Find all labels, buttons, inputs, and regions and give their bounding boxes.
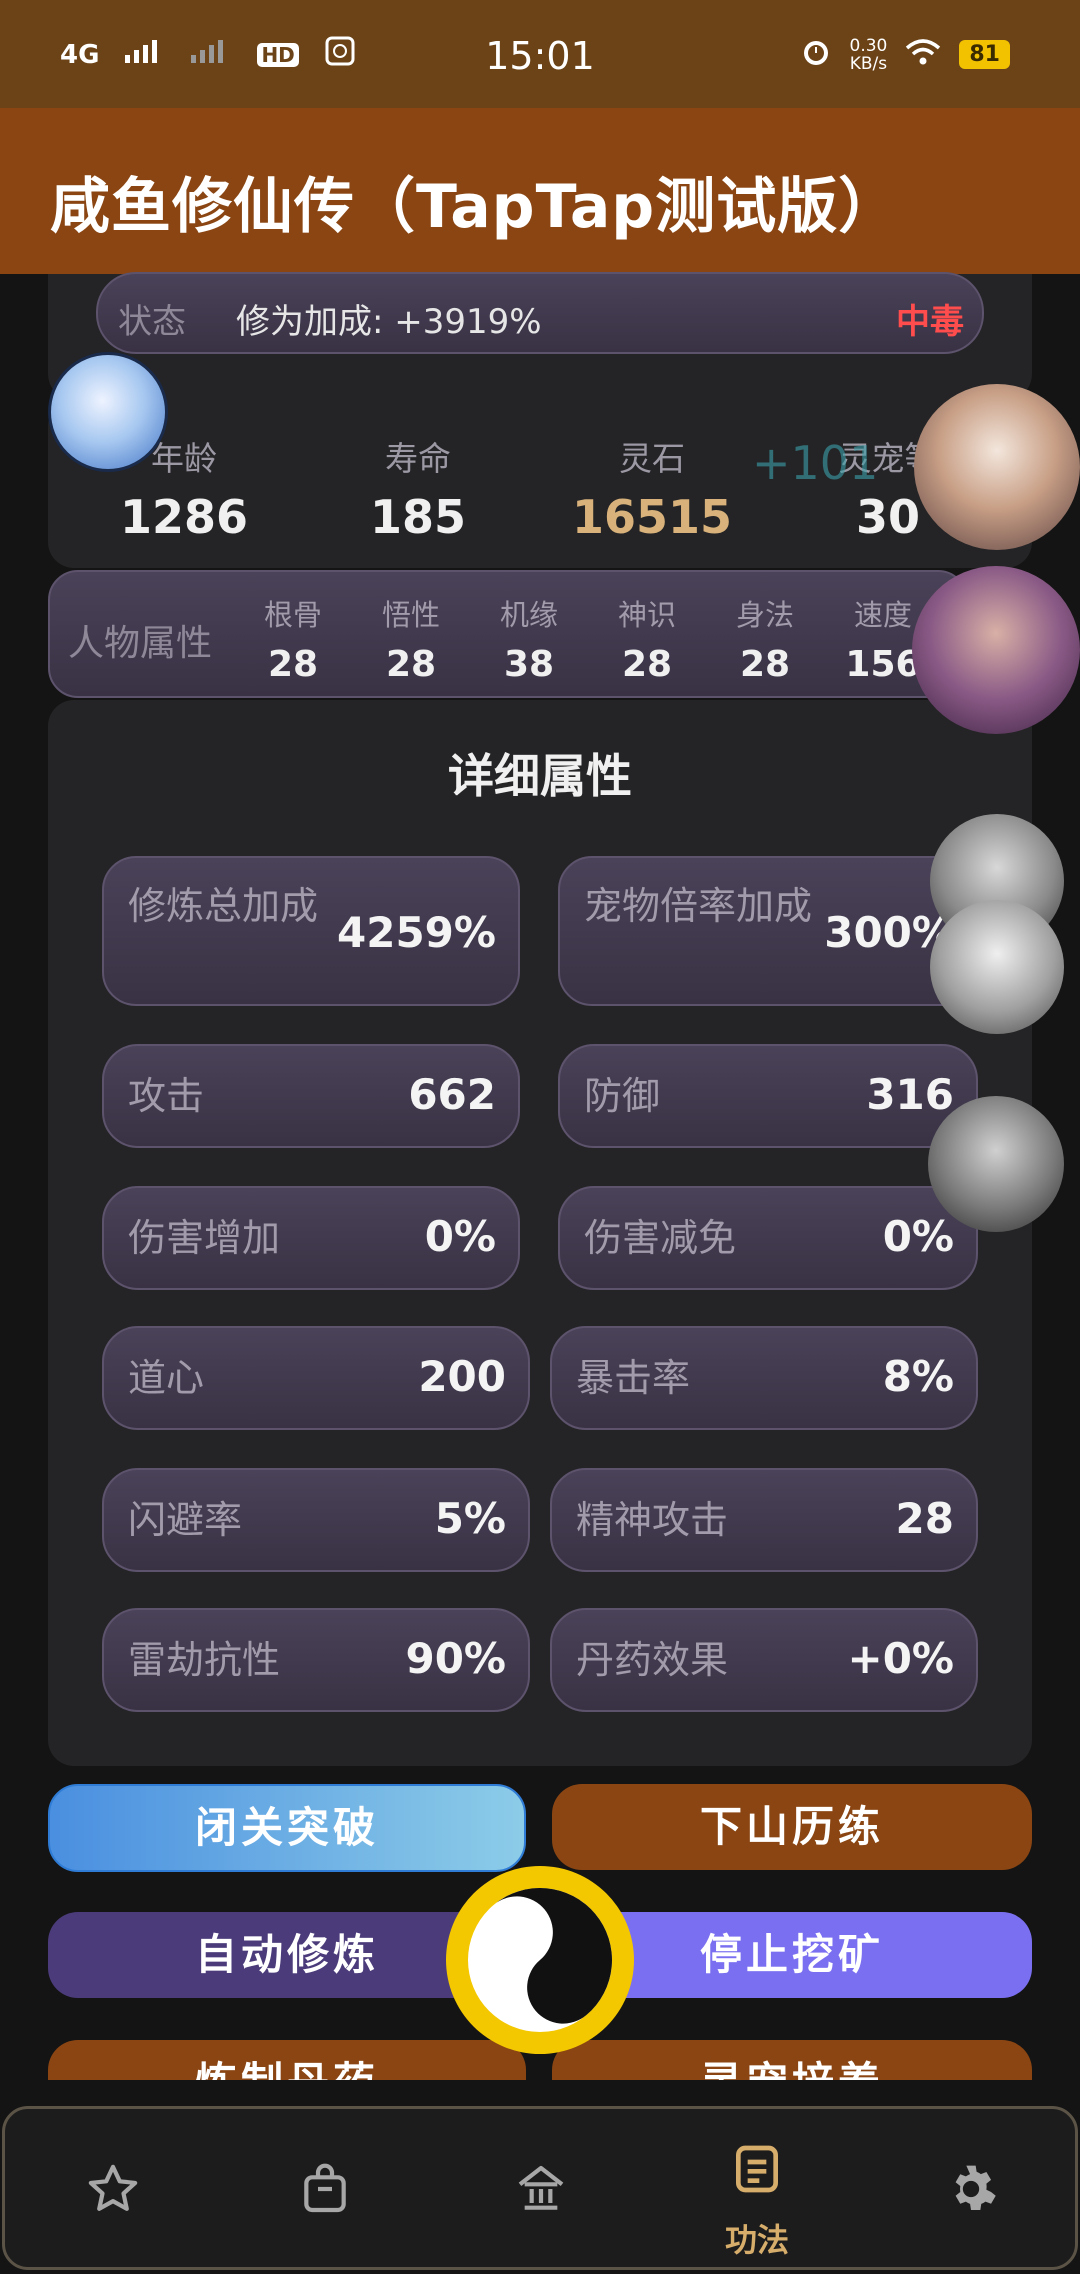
network-speed: 0.30 KB/s (849, 35, 888, 74)
nav-techniques[interactable]: 功法 (657, 2109, 857, 2273)
chibi-avatar[interactable] (48, 352, 168, 472)
star-icon (88, 2164, 138, 2211)
nav-techniques-label: 功法 (724, 2221, 789, 2259)
battery-indicator: 81 (959, 40, 1010, 69)
attr-spirit-sense: 神识 28 (617, 598, 676, 685)
wifi-icon (905, 38, 941, 71)
app-bar: 咸鱼修仙传（TapTap测试版） (0, 108, 1080, 274)
detail-cell-attack: 攻击 662 (102, 1044, 520, 1148)
attr-fortune: 机缘 38 (499, 598, 558, 685)
yin-yang-float-button[interactable] (446, 1866, 634, 2054)
home-icon (518, 2165, 564, 2210)
stat-spirit-stone: 灵石 16515 (571, 439, 733, 544)
stats-panel: 年龄 1286 寿命 185 灵石 16515 灵宠等 30 (48, 400, 1032, 568)
status-poison-tag: 中毒 (896, 302, 964, 342)
attributes-row: 人物属性 根骨 28 悟性 28 机缘 38 神识 28 身法 28 速度 156 (48, 570, 968, 698)
detail-cell-tribulation-resist: 雷劫抗性 90% (102, 1608, 530, 1712)
status-label: 状态 (118, 302, 186, 342)
detail-cell-cultivation-bonus: 修炼总加成 4259% (102, 856, 520, 1006)
descend-mountain-button[interactable]: 下山历练 (552, 1784, 1032, 1870)
detail-cell-pill-effect: 丹药效果 +0% (550, 1608, 978, 1712)
companion-avatar-5[interactable] (928, 1096, 1064, 1232)
spirit-stone-gain-popup: +101 (752, 436, 879, 490)
nav-settings[interactable] (871, 2109, 1071, 2273)
detail-cell-defense: 防御 316 (558, 1044, 978, 1148)
nav-favorites[interactable] (13, 2109, 213, 2273)
gear-icon (955, 2165, 996, 2210)
attr-comprehension: 悟性 28 (381, 598, 440, 685)
stat-lifespan: 寿命 185 (369, 439, 467, 544)
bottom-navigation: 功法 (2, 2106, 1078, 2270)
status-value: 修为加成: +3919% (236, 302, 542, 342)
attributes-title: 人物属性 (68, 623, 213, 664)
breakthrough-button[interactable]: 闭关突破 (48, 1784, 526, 1872)
status-row: 状态 修为加成: +3919% 中毒 (96, 272, 984, 354)
app-title: 咸鱼修仙传（TapTap测试版） (50, 172, 900, 242)
nav-bag[interactable] (225, 2109, 425, 2273)
detail-cell-spirit-attack: 精神攻击 28 (550, 1468, 978, 1572)
system-status-bar: 4G HD 15:01 0.30 KB/s 81 (0, 0, 1080, 108)
detail-cell-damage-reduction: 伤害减免 0% (558, 1186, 978, 1290)
companion-avatar-4[interactable] (930, 900, 1064, 1034)
attr-agility: 身法 28 (735, 598, 794, 685)
nav-home[interactable] (441, 2109, 641, 2273)
detail-title: 详细属性 (448, 749, 632, 803)
detail-cell-dao-heart: 道心 200 (102, 1326, 530, 1430)
yin-yang-icon (468, 1888, 612, 2032)
alarm-icon (800, 36, 832, 73)
detail-cell-damage-bonus: 伤害增加 0% (102, 1186, 520, 1290)
companion-avatar-1[interactable] (914, 384, 1080, 550)
bag-icon (304, 2163, 346, 2213)
detail-cell-crit-rate: 暴击率 8% (550, 1326, 978, 1430)
companion-avatar-2[interactable] (912, 566, 1080, 734)
attr-root: 根骨 28 (263, 598, 322, 685)
detail-cell-dodge-rate: 闪避率 5% (102, 1468, 530, 1572)
scroll-icon (736, 2145, 778, 2193)
detail-cell-pet-multiplier: 宠物倍率加成 300% (558, 856, 978, 1006)
